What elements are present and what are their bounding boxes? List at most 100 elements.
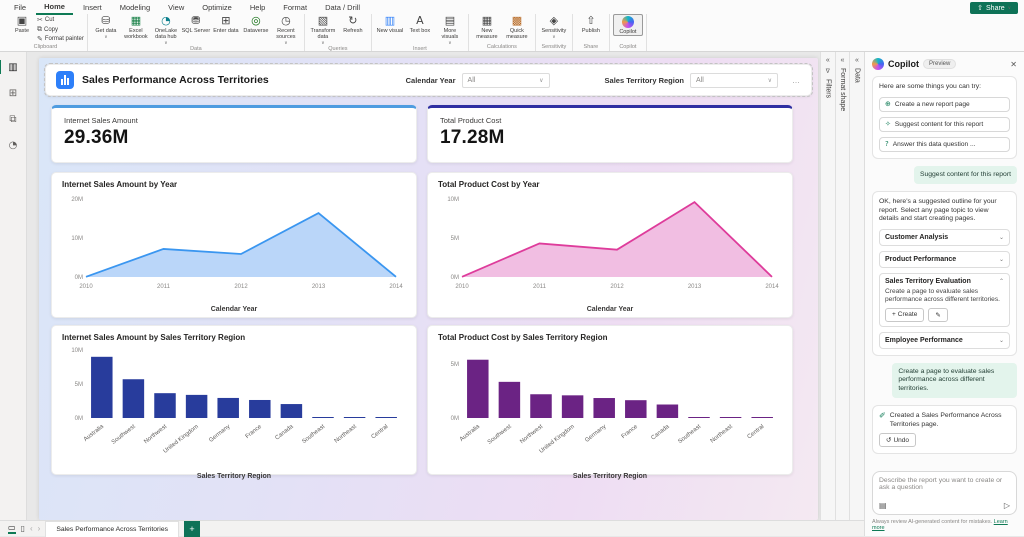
edit-button[interactable]: ✎ — [928, 308, 947, 322]
outline-item-product-performance[interactable]: Product Performance⌄ — [879, 251, 1010, 268]
view-rail: ▥ ⊞ ⧉ ◔ — [0, 52, 27, 520]
suggestion-suggest-content-for[interactable]: ✧Suggest content for this report — [879, 117, 1010, 132]
area-chart-product-cost-by-year[interactable]: Total Product Cost by Year 0M5M10M201020… — [427, 172, 793, 318]
add-page-button[interactable]: + — [184, 521, 200, 537]
outline-item-sales-territory-evaluation[interactable]: Sales Territory Evaluation⌃Create a page… — [879, 273, 1010, 327]
sql-server-button[interactable]: ⛃SQL Server — [181, 14, 211, 34]
panel-strip-filters[interactable]: «∇Filters — [820, 52, 835, 520]
close-icon[interactable]: ✕ — [1010, 60, 1017, 69]
ribbon-group-insert: ▥New visualAText box▤More visuals ∨Inser… — [372, 14, 469, 51]
cut-icon: ✂ — [37, 16, 43, 24]
create-page-button[interactable]: +Create — [885, 308, 924, 322]
menu-tab-insert[interactable]: Insert — [75, 1, 110, 14]
transform-data-button[interactable]: ▧Transform data ∨ — [308, 14, 338, 46]
report-page[interactable]: Sales Performance Across Territories Cal… — [39, 58, 818, 520]
cut-button[interactable]: ✂Cut — [37, 16, 84, 24]
mobile-view-icon[interactable]: ▯ — [21, 524, 25, 533]
outline-item-employee-performance[interactable]: Employee Performance⌄ — [879, 332, 1010, 349]
menu-tab-data-drill[interactable]: Data / Drill — [317, 1, 368, 14]
onelake-data-hub-button[interactable]: ◔OneLake data hub ∨ — [151, 14, 181, 46]
panel-strip-data[interactable]: «Data — [849, 52, 864, 520]
chevron-down-icon: ∨ — [1008, 5, 1011, 11]
paste-button[interactable]: ▣Paste — [7, 14, 37, 34]
svg-text:2010: 2010 — [455, 284, 469, 290]
desktop-view-icon[interactable]: ▭ — [8, 523, 16, 534]
panel-strip-format-shape[interactable]: «Format shape — [835, 52, 850, 520]
dataverse-button[interactable]: ◎Dataverse — [241, 14, 271, 34]
dax-query-view-button[interactable]: ◔ — [3, 136, 23, 154]
copilot-prompt-input[interactable] — [879, 477, 1010, 499]
format-painter-button[interactable]: ✎Format painter — [37, 35, 84, 43]
menu-tab-view[interactable]: View — [160, 1, 192, 14]
quick-measure-button[interactable]: ▩Quick measure — [502, 14, 532, 40]
report-header-group[interactable]: Sales Performance Across Territories Cal… — [45, 64, 812, 96]
send-icon[interactable]: ▷ — [1004, 501, 1010, 510]
refresh-icon: ↻ — [348, 15, 357, 27]
new-measure-button[interactable]: ▦New measure — [472, 14, 502, 40]
menu-tab-file[interactable]: File — [6, 1, 34, 14]
dataverse-icon: ◎ — [251, 15, 261, 27]
quick-measure-icon: ▩ — [512, 15, 522, 27]
svg-text:Germany: Germany — [584, 424, 607, 444]
text-box-icon: A — [416, 15, 424, 27]
menu-tab-format[interactable]: Format — [275, 1, 315, 14]
model-view-icon: ⧉ — [9, 114, 16, 125]
kpi-internet-sales[interactable]: Internet Sales Amount 29.36M — [51, 105, 417, 163]
calendar-year-dropdown[interactable]: All ∨ — [462, 73, 550, 88]
new-visual-button[interactable]: ▥New visual — [375, 14, 405, 34]
sensitivity-button[interactable]: ◈Sensitivity ∨ — [539, 14, 569, 40]
undo-button[interactable]: ↺ Undo — [879, 433, 916, 447]
menu-tab-modeling[interactable]: Modeling — [112, 1, 158, 14]
more-visuals-button[interactable]: ▤More visuals ∨ — [435, 14, 465, 46]
chevron-down-icon[interactable]: ⌄ — [999, 234, 1004, 241]
excel-workbook-button[interactable]: ▦Excel workbook — [121, 14, 151, 40]
publish-button[interactable]: ⇧Publish — [576, 14, 606, 34]
copilot-input-box[interactable]: ▤ ▷ — [872, 471, 1017, 515]
report-canvas: Sales Performance Across Territories Cal… — [27, 52, 820, 520]
table-view-button[interactable]: ⊞ — [3, 84, 23, 102]
prompt-guide-icon[interactable]: ▤ — [879, 501, 887, 510]
copilot-conversation[interactable]: Here are some things you can try: ⊕Creat… — [865, 74, 1024, 466]
area-chart-internet-sales-by-year[interactable]: Internet Sales Amount by Year 0M10M20M20… — [51, 172, 417, 318]
recent-sources-button[interactable]: ◷Recent sources ∨ — [271, 14, 301, 46]
previous-page-icon[interactable]: ‹ — [30, 524, 33, 533]
menu-tab-optimize[interactable]: Optimize — [194, 1, 240, 14]
chevron-down-icon[interactable]: ⌄ — [999, 337, 1004, 344]
plus-icon: + — [892, 311, 896, 318]
page-tab[interactable]: Sales Performance Across Territories — [45, 521, 179, 537]
paste-icon: ▣ — [17, 15, 27, 27]
enter-data-button[interactable]: ⊞Enter data — [211, 14, 241, 34]
svg-text:10M: 10M — [71, 236, 83, 242]
chevron-down-icon: ∨ — [104, 34, 107, 40]
suggestion-answer-this-data[interactable]: ?Answer this data question ... — [879, 137, 1010, 152]
bar-chart-internet-sales-by-region[interactable]: Internet Sales Amount by Sales Territory… — [51, 325, 417, 475]
slicer-territory-region: Sales Territory Region All ∨ — [605, 73, 778, 88]
text-box-button[interactable]: AText box — [405, 14, 435, 34]
refresh-button[interactable]: ↻Refresh — [338, 14, 368, 34]
copy-button[interactable]: ⧉Copy — [37, 25, 84, 34]
menu-tab-home[interactable]: Home — [36, 0, 73, 15]
magic-wand-icon: ✐ — [879, 412, 886, 429]
bar-chart-product-cost-by-region[interactable]: Total Product Cost by Sales Territory Re… — [427, 325, 793, 475]
next-page-icon[interactable]: › — [38, 524, 41, 533]
model-view-button[interactable]: ⧉ — [3, 110, 23, 128]
page-navigation-bar: ▭ ▯ ‹ › Sales Performance Across Territo… — [0, 520, 864, 536]
expand-panel-icon: « — [826, 57, 830, 64]
suggestion-create-a-new[interactable]: ⊕Create a new report page — [879, 97, 1010, 112]
territory-region-dropdown[interactable]: All ∨ — [690, 73, 778, 88]
get-data-button[interactable]: ⛁Get data ∨ — [91, 14, 121, 40]
menu-tab-help[interactable]: Help — [242, 1, 273, 14]
more-options-icon[interactable]: … — [792, 76, 801, 85]
chevron-up-icon[interactable]: ⌃ — [999, 278, 1004, 285]
share-button[interactable]: ⇧ Share ∨ — [970, 2, 1018, 14]
ribbon-group-calculations: ▦New measure▩Quick measureCalculations — [469, 14, 536, 51]
copilot-disclaimer: Always review AI-generated content for m… — [865, 517, 1024, 536]
copilot-pane: Copilot Preview ✕ Here are some things y… — [864, 52, 1024, 536]
kpi-total-product-cost[interactable]: Total Product Cost 17.28M — [427, 105, 793, 163]
bar-chart-plot: 0M5MAustraliaSouthwestNorthwestUnited Ki… — [438, 344, 784, 468]
outline-item-customer-analysis[interactable]: Customer Analysis⌄ — [879, 229, 1010, 246]
report-view-button[interactable]: ▥ — [3, 58, 23, 76]
copilot-button[interactable]: Copilot — [613, 14, 643, 36]
question-icon: ? — [885, 140, 889, 148]
chevron-down-icon[interactable]: ⌄ — [999, 256, 1004, 263]
